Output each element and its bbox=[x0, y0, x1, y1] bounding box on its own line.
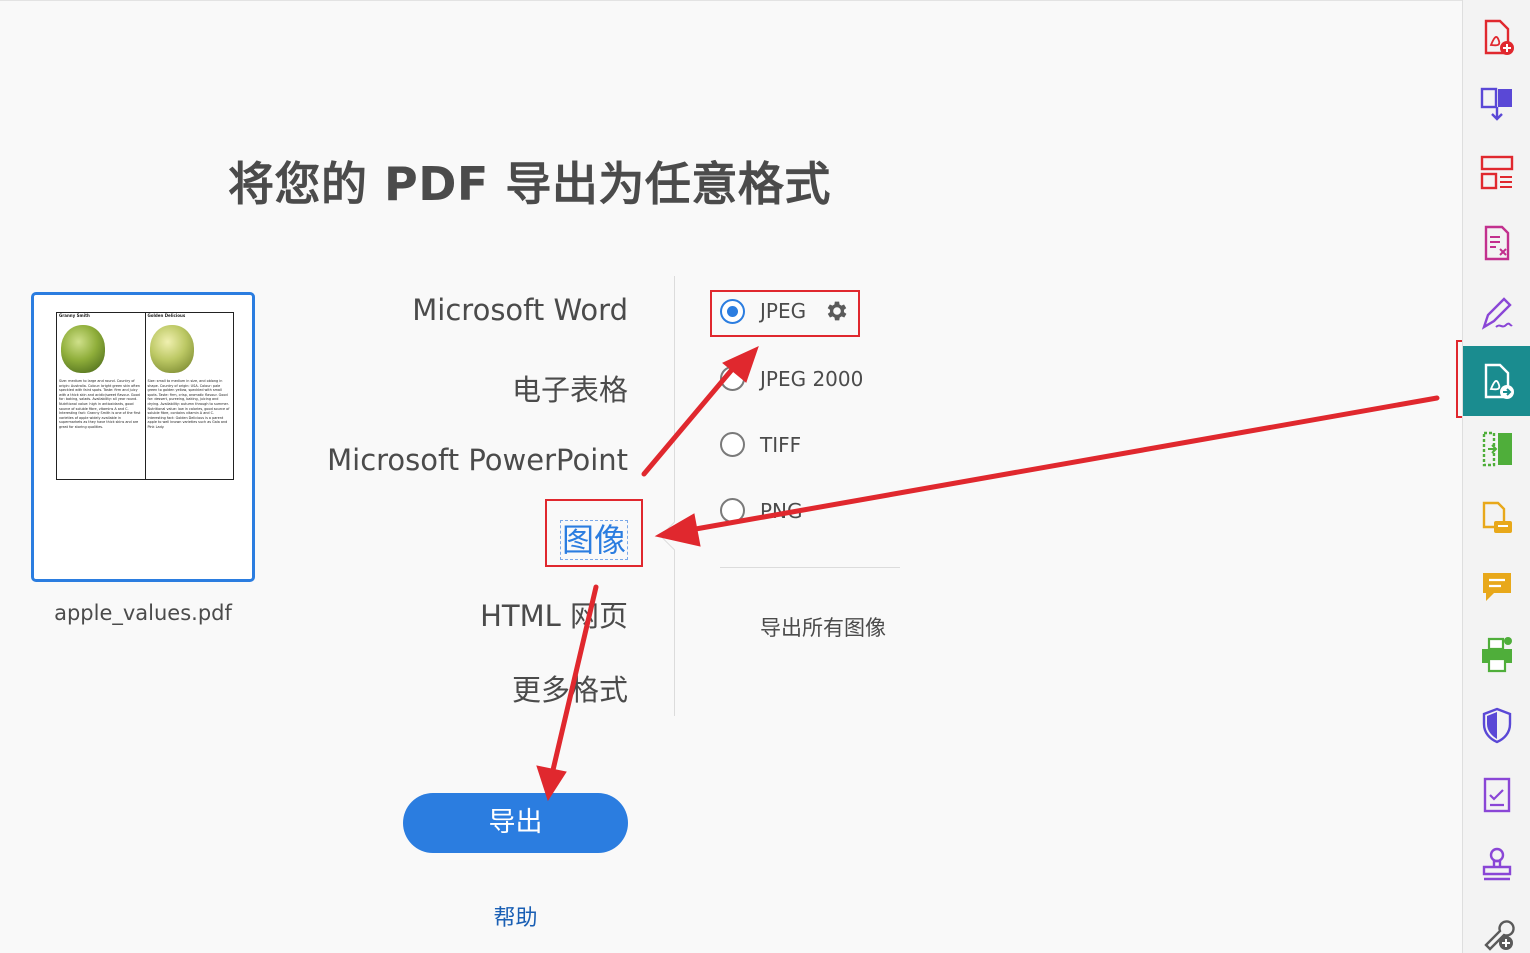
top-divider bbox=[0, 0, 1462, 1]
tool-request-signatures[interactable] bbox=[1463, 484, 1530, 554]
tool-protect[interactable] bbox=[1463, 690, 1530, 760]
thumbnail-column-2: Golden Delicious Size: small to medium i… bbox=[144, 313, 234, 479]
golden-apple-image bbox=[149, 325, 194, 373]
protect-icon bbox=[1482, 707, 1512, 744]
format-microsoft-powerpoint[interactable]: Microsoft PowerPoint bbox=[327, 443, 628, 477]
option-tiff[interactable]: TIFF bbox=[720, 432, 801, 457]
thumbnail-text-2: Size: small to medium in size, and oblon… bbox=[147, 379, 230, 429]
options-divider bbox=[720, 567, 900, 568]
tool-compress-pdf[interactable] bbox=[1463, 414, 1530, 484]
thumbnail-column-1: Granny Smith Size: medium to large and r… bbox=[57, 313, 145, 479]
tool-more-tools[interactable] bbox=[1463, 898, 1530, 953]
format-html-webpage[interactable]: HTML 网页 bbox=[480, 593, 628, 635]
fill-sign-icon bbox=[1481, 297, 1513, 330]
create-pdf-icon bbox=[1484, 19, 1514, 55]
tiff-radio[interactable] bbox=[720, 432, 745, 457]
tool-prepare-form[interactable] bbox=[1463, 760, 1530, 830]
format-image-label: 图像 bbox=[559, 520, 628, 560]
selection-pointer bbox=[659, 521, 689, 551]
format-image[interactable]: 图像 bbox=[559, 515, 628, 561]
png-label: PNG bbox=[760, 498, 803, 523]
tools-sidebar bbox=[1462, 0, 1530, 953]
print-production-icon bbox=[1482, 637, 1512, 673]
png-radio[interactable] bbox=[720, 498, 745, 523]
tool-fill-sign[interactable] bbox=[1463, 278, 1530, 348]
more-tools-icon bbox=[1484, 920, 1515, 951]
tool-stamp[interactable] bbox=[1463, 830, 1530, 900]
tool-edit-pdf[interactable] bbox=[1463, 208, 1530, 278]
export-button[interactable]: 导出 bbox=[403, 793, 628, 853]
format-more[interactable]: 更多格式 bbox=[512, 667, 628, 709]
edit-pdf-icon bbox=[1484, 225, 1510, 261]
format-microsoft-word[interactable]: Microsoft Word bbox=[412, 293, 628, 327]
tool-create-pdf[interactable] bbox=[1463, 2, 1530, 72]
tool-organize-pages[interactable] bbox=[1463, 138, 1530, 208]
tool-comment[interactable] bbox=[1463, 552, 1530, 622]
compress-pdf-icon bbox=[1482, 431, 1512, 467]
prepare-form-icon bbox=[1483, 777, 1511, 813]
file-name: apple_values.pdf bbox=[54, 601, 232, 625]
tool-combine-files[interactable] bbox=[1463, 68, 1530, 138]
tool-export-pdf[interactable] bbox=[1463, 346, 1530, 416]
export-all-images-option[interactable]: 导出所有图像 bbox=[760, 612, 886, 642]
pdf-page-thumbnail: Granny Smith Size: medium to large and r… bbox=[56, 312, 234, 480]
stamp-icon bbox=[1482, 847, 1512, 881]
thumbnail-text-1: Size: medium to large and round. Country… bbox=[59, 379, 141, 429]
jpeg-2000-radio[interactable] bbox=[720, 366, 745, 391]
option-jpeg[interactable]: JPEG bbox=[720, 298, 850, 324]
tiff-label: TIFF bbox=[760, 432, 802, 457]
tool-print-production[interactable] bbox=[1463, 620, 1530, 690]
organize-pages-icon bbox=[1480, 155, 1514, 190]
green-apple-image bbox=[61, 325, 105, 373]
jpeg-radio[interactable] bbox=[720, 298, 745, 324]
option-png[interactable]: PNG bbox=[720, 498, 803, 523]
gear-icon[interactable] bbox=[824, 298, 850, 324]
request-signatures-icon bbox=[1482, 501, 1512, 533]
file-thumbnail-card[interactable]: Granny Smith Size: medium to large and r… bbox=[31, 292, 255, 582]
export-pdf-icon bbox=[1484, 363, 1514, 399]
option-jpeg-2000[interactable]: JPEG 2000 bbox=[720, 366, 863, 391]
jpeg-label: JPEG bbox=[760, 299, 807, 323]
format-spreadsheet[interactable]: 电子表格 bbox=[512, 367, 628, 409]
thumbnail-heading-1: Granny Smith bbox=[59, 313, 90, 318]
help-link[interactable]: 帮助 bbox=[403, 900, 628, 932]
combine-files-icon bbox=[1480, 87, 1512, 121]
page-title: 将您的 PDF 导出为任意格式 bbox=[228, 157, 831, 211]
thumbnail-heading-2: Golden Delicious bbox=[147, 313, 186, 318]
comment-icon bbox=[1483, 573, 1511, 601]
jpeg-2000-label: JPEG 2000 bbox=[760, 366, 864, 391]
format-divider bbox=[674, 276, 675, 716]
